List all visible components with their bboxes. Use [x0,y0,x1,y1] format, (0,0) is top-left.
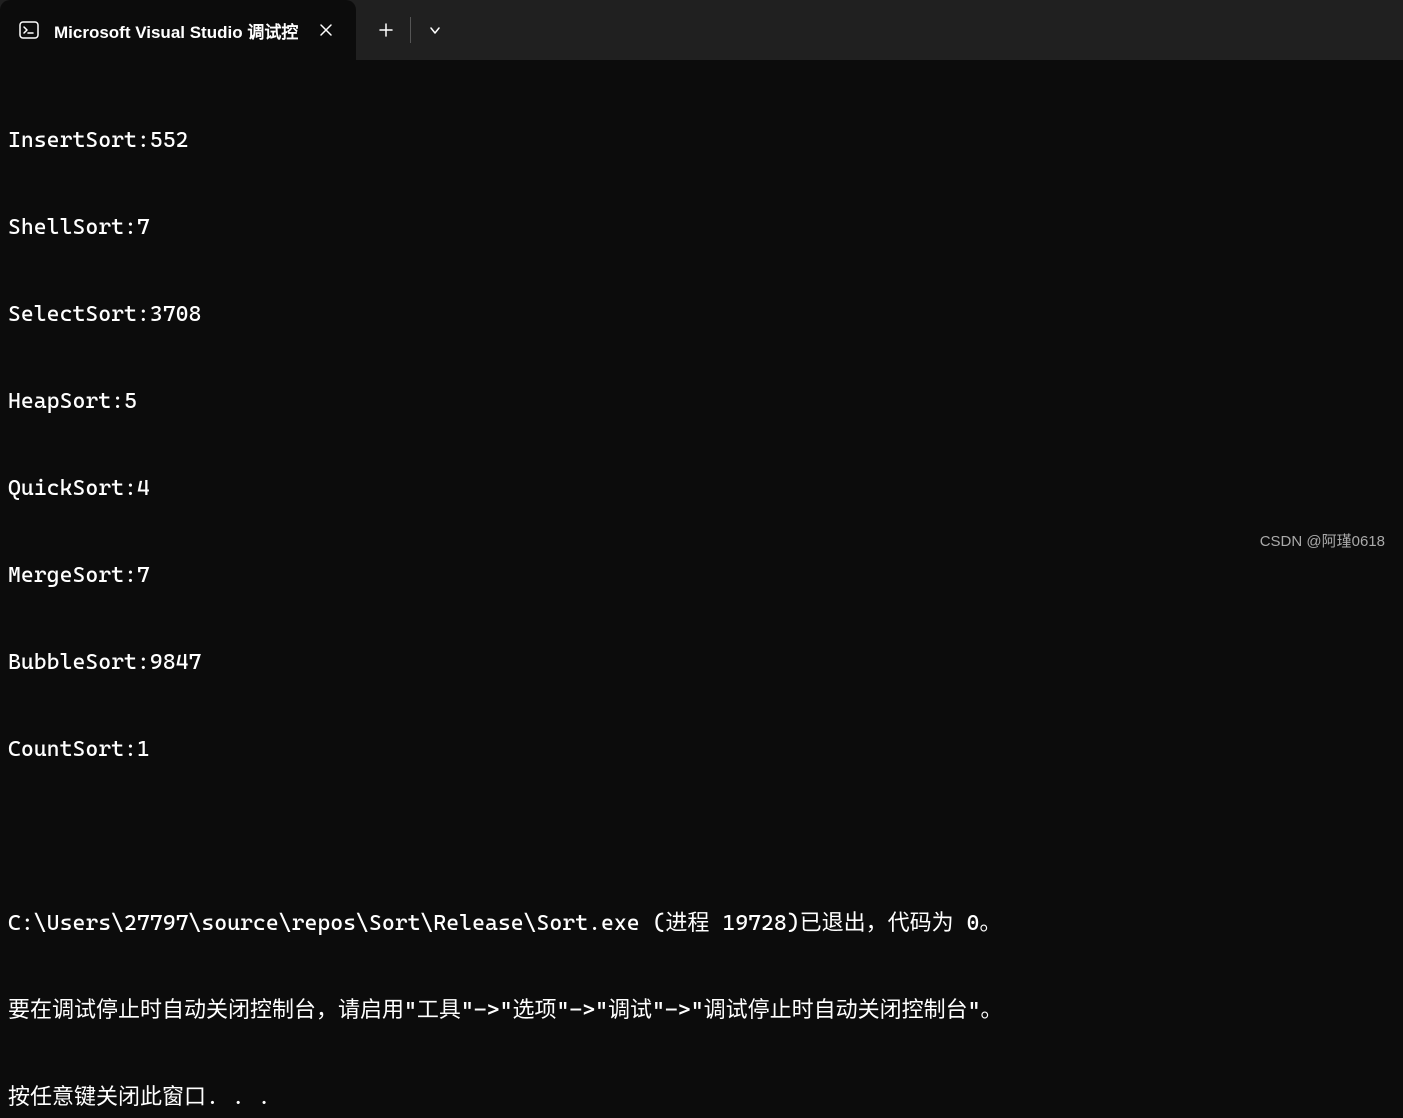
watermark: CSDN @阿瑾0618 [1260,530,1385,551]
new-tab-button[interactable] [364,8,408,52]
output-line: InsertSort:552 [8,126,1395,155]
titlebar-controls [356,0,457,60]
output-line: BubbleSort:9847 [8,648,1395,677]
divider [410,17,411,43]
active-tab[interactable]: Microsoft Visual Studio 调试控 [0,0,356,60]
output-line: CountSort:1 [8,735,1395,764]
titlebar: Microsoft Visual Studio 调试控 [0,0,1403,60]
output-line: QuickSort:4 [8,474,1395,503]
close-tab-button[interactable] [312,16,340,44]
output-line: ShellSort:7 [8,213,1395,242]
hint-message: 要在调试停止时自动关闭控制台，请启用"工具"->"选项"->"调试"->"调试停… [8,996,1395,1025]
tab-title: Microsoft Visual Studio 调试控 [54,18,298,43]
terminal-icon [18,19,40,41]
blank-line [8,822,1395,851]
tab-dropdown-button[interactable] [413,8,457,52]
output-line: MergeSort:7 [8,561,1395,590]
output-line: HeapSort:5 [8,387,1395,416]
exit-message: C:\Users\27797\source\repos\Sort\Release… [8,909,1395,938]
close-prompt: 按任意键关闭此窗口. . . [8,1083,1395,1112]
terminal-content[interactable]: InsertSort:552 ShellSort:7 SelectSort:37… [0,60,1403,1118]
output-line: SelectSort:3708 [8,300,1395,329]
